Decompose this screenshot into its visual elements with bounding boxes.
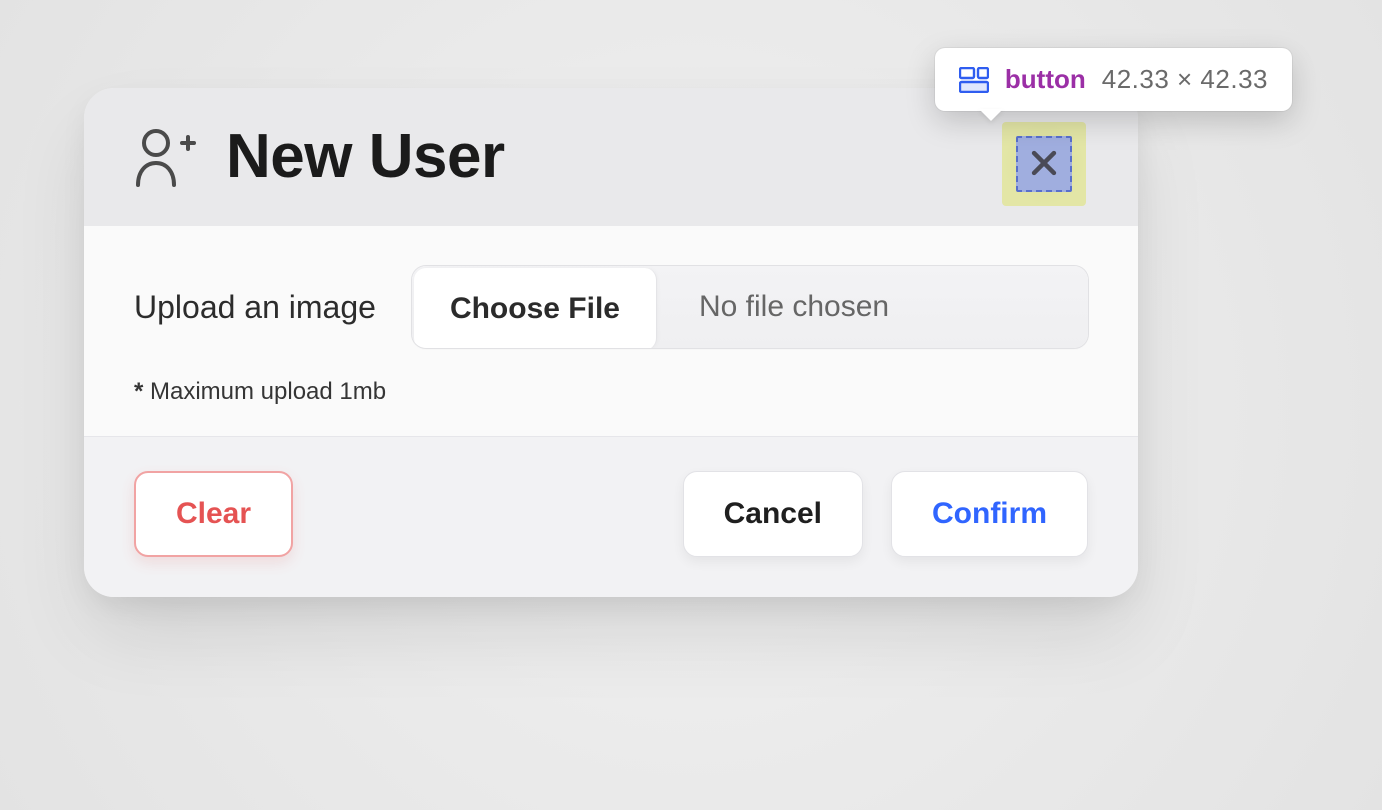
upload-row: Upload an image Choose File No file chos…	[134, 266, 1088, 348]
upload-label: Upload an image	[134, 289, 376, 326]
devtools-element-tag: button	[1005, 64, 1086, 95]
new-user-modal: button 42.33 × 42.33 New User	[84, 88, 1138, 597]
devtools-element-dimensions: 42.33 × 42.33	[1102, 64, 1268, 95]
upload-hint: * Maximum upload 1mb	[134, 378, 1088, 406]
confirm-button[interactable]: Confirm	[891, 471, 1088, 557]
cancel-button[interactable]: Cancel	[683, 471, 863, 557]
close-button-highlight	[1002, 122, 1086, 206]
file-input[interactable]: Choose File No file chosen	[412, 266, 1088, 348]
close-button[interactable]	[1023, 143, 1065, 185]
file-name-display: No file chosen	[657, 266, 1088, 348]
choose-file-button[interactable]: Choose File	[414, 268, 657, 348]
add-user-icon	[134, 127, 198, 187]
modal-body: Upload an image Choose File No file chos…	[84, 226, 1138, 436]
layout-icon	[959, 67, 989, 93]
close-icon	[1027, 146, 1061, 183]
devtools-tooltip: button 42.33 × 42.33	[935, 48, 1292, 111]
modal-title: New User	[226, 126, 505, 188]
modal-footer: Clear Cancel Confirm	[84, 436, 1138, 597]
clear-button[interactable]: Clear	[134, 471, 293, 557]
